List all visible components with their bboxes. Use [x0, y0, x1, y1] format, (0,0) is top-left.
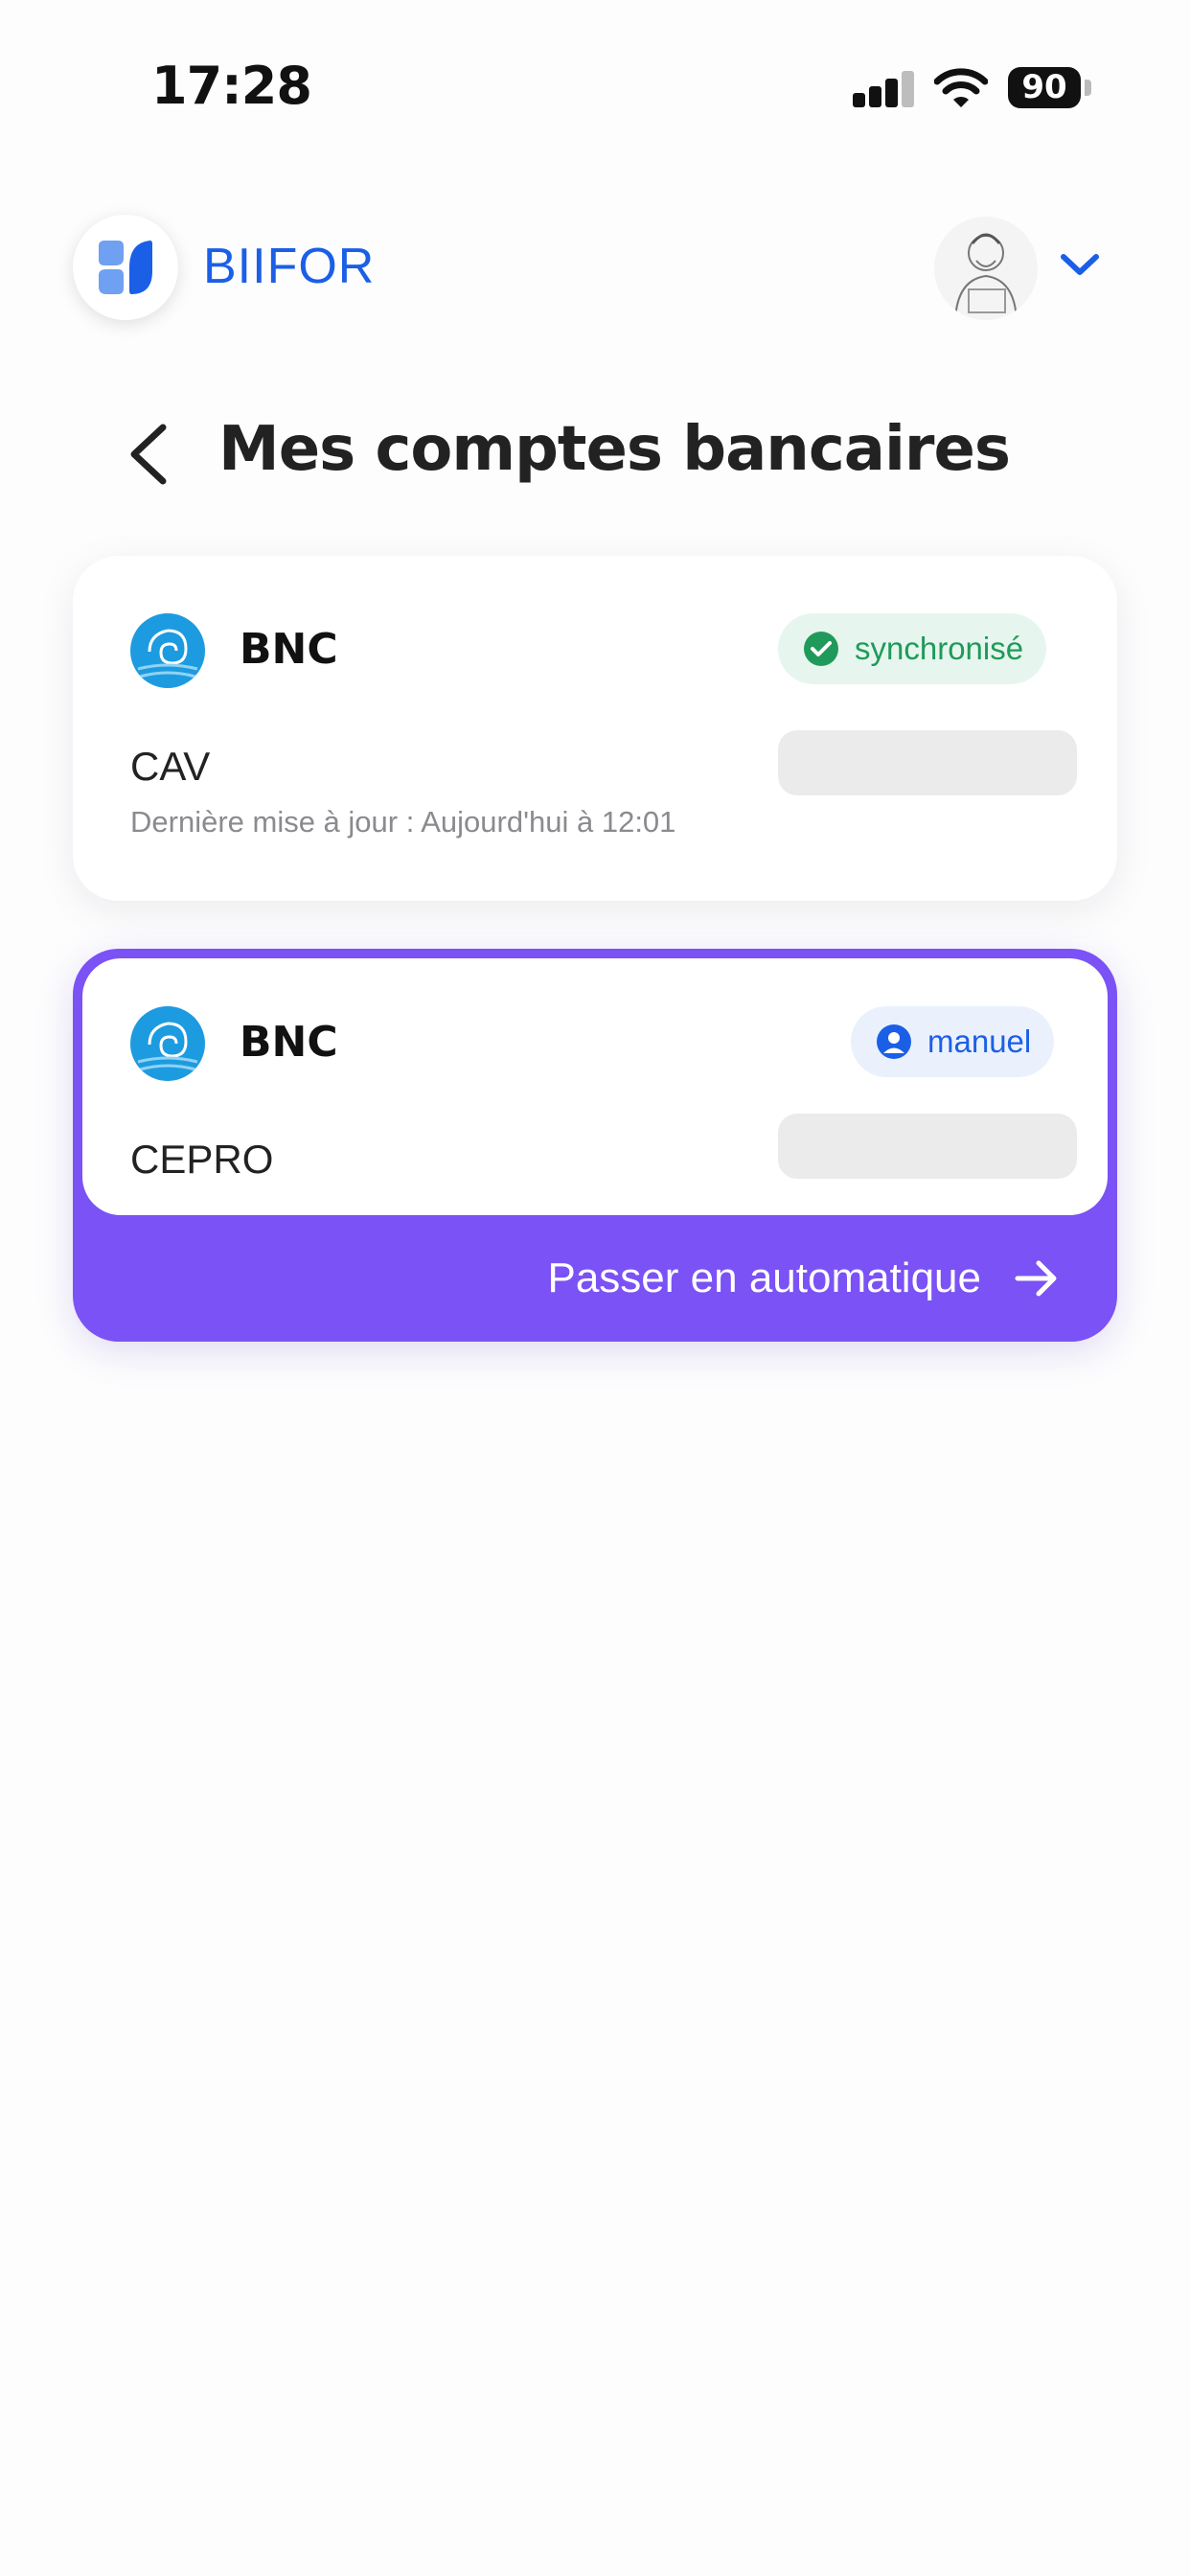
account-card-body[interactable]: BNC manuel CEPRO [82, 958, 1108, 1215]
last-update-text: Dernière mise à jour : Aujourd'hui à 12:… [130, 805, 676, 839]
arrow-right-icon [1015, 1260, 1057, 1297]
bank-name: BNC [240, 625, 338, 674]
wifi-icon [934, 68, 988, 107]
user-avatar[interactable] [934, 217, 1038, 320]
account-name: CEPRO [130, 1137, 274, 1182]
cellular-signal-icon [853, 69, 916, 107]
status-time: 17:28 [151, 56, 312, 116]
chevron-left-icon[interactable] [121, 422, 174, 487]
screen: 17:28 90 BIIFOR Mes comptes bancaires BN… [0, 0, 1190, 2576]
bnc-logo-icon [130, 613, 205, 688]
battery-tip [1085, 80, 1091, 96]
chevron-down-icon[interactable] [1060, 251, 1100, 280]
status-label: synchronisé [855, 631, 1024, 666]
check-circle-icon [804, 632, 838, 666]
switch-to-automatic-button[interactable]: Passer en automatique [73, 1215, 1117, 1342]
account-card[interactable]: BNC synchronisé CAV Dernière mise à jour… [73, 556, 1117, 901]
status-bar: 17:28 90 [0, 0, 1190, 144]
balance-placeholder [778, 730, 1077, 795]
switch-to-automatic-label: Passer en automatique [547, 1254, 981, 1301]
bank-name: BNC [240, 1018, 338, 1067]
account-name: CAV [130, 744, 211, 789]
balance-placeholder [778, 1114, 1077, 1179]
status-badge: synchronisé [778, 613, 1047, 684]
bnc-logo-icon [130, 1006, 205, 1081]
user-circle-icon [877, 1024, 911, 1059]
status-label: manuel [927, 1024, 1032, 1059]
status-badge: manuel [851, 1006, 1055, 1077]
account-card-manual[interactable]: BNC manuel CEPRO Passer en automatique [73, 949, 1117, 1342]
biifor-logo-icon [73, 215, 178, 320]
app-name: BIIFOR [203, 239, 376, 294]
battery-icon: 90 [1008, 67, 1081, 108]
page-title: Mes comptes bancaires [218, 414, 1011, 485]
